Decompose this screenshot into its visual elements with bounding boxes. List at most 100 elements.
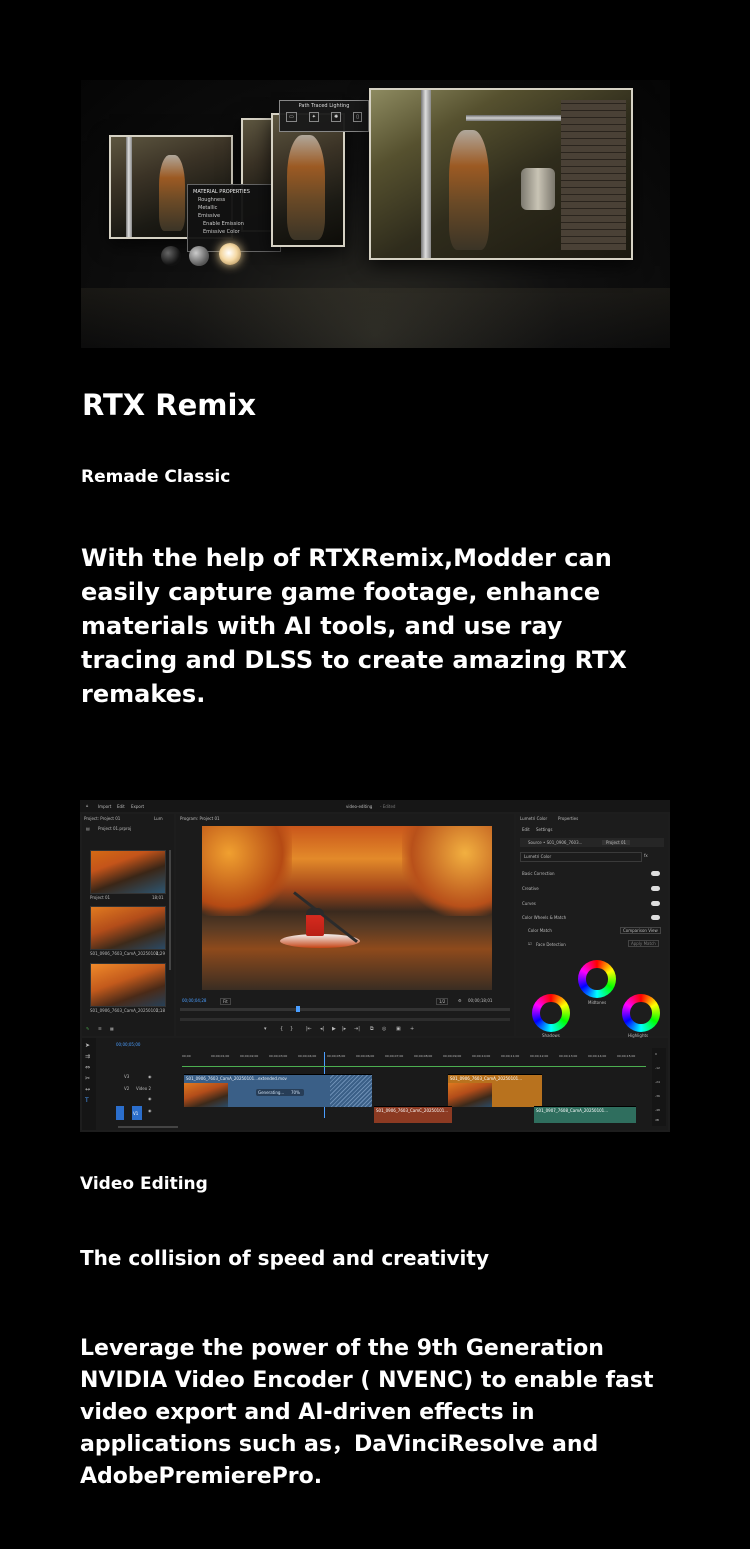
clip-v2-second-thumb <box>448 1083 492 1107</box>
light-distant-icon: ✺ <box>330 112 342 122</box>
selection-tool-icon[interactable]: ➤ <box>85 1042 90 1049</box>
clip-v2-thumb <box>184 1083 228 1107</box>
rtx-remix-description: With the help of RTXRemix,Modder can eas… <box>81 544 627 708</box>
track-v1-source-patch[interactable] <box>116 1106 124 1120</box>
step-back-icon[interactable]: ◂| <box>320 1026 324 1032</box>
track-eye-icon[interactable]: ◉ <box>148 1074 152 1079</box>
ruler-tick: 00;00;02;00 <box>240 1054 259 1058</box>
highlights-color-wheel[interactable] <box>622 994 660 1032</box>
quality-dropdown[interactable]: 1/2 <box>436 998 449 1005</box>
timeline-ruler[interactable]: 00;00 00;00;01;00 00;00;02;00 00;00;03;0… <box>182 1054 646 1062</box>
mark-in-icon[interactable]: { <box>280 1026 283 1032</box>
video-editing-description: Leverage the power of the 9th Generation… <box>80 1336 654 1489</box>
target-label[interactable]: Project 01 <box>602 840 631 845</box>
menu-import[interactable]: Import <box>98 804 111 809</box>
timeline-timecode: 00;00;05;00 <box>116 1042 141 1047</box>
clip-name-3: S01_0906_7603_CamA_20250101... <box>90 1008 163 1013</box>
curves-section[interactable]: Curves <box>522 901 536 906</box>
add-button-icon[interactable]: + <box>410 1026 414 1032</box>
export-frame-icon[interactable]: ◎ <box>382 1026 386 1032</box>
properties-tab[interactable]: Properties <box>558 816 578 821</box>
material-item-emissive-color: Emissive Color <box>203 229 240 235</box>
insert-icon[interactable]: ⧉ <box>370 1026 374 1032</box>
window-status: - Edited <box>380 804 396 809</box>
lumetri-color-tab[interactable]: Lumetri Color <box>520 816 547 821</box>
work-area-bar[interactable] <box>182 1066 646 1067</box>
razor-tool-icon[interactable]: ✂ <box>85 1075 90 1082</box>
timeline-clip-v2-second[interactable]: S01_0906_7603_CamA_20250101... <box>448 1074 542 1107</box>
menu-edit[interactable]: Edit <box>117 804 125 809</box>
material-item-enable-emission: Enable Emission <box>203 221 244 227</box>
face-detection-checkbox[interactable]: ☑ <box>528 941 532 946</box>
rtx-remix-hero-image: MATERIAL PROPERTIES Roughness Metallic E… <box>81 80 670 348</box>
comparison-view-button[interactable]: Comparison View <box>620 927 661 934</box>
add-marker-icon[interactable]: ▾ <box>264 1026 267 1032</box>
clip-v2-name: S01_0906_7603_CamA_20250101...extended.m… <box>186 1076 287 1081</box>
pen-icon[interactable]: ✎ <box>86 1026 89 1031</box>
material-panel-title: MATERIAL PROPERTIES <box>193 189 250 195</box>
basic-correction-section[interactable]: Basic Correction <box>522 871 555 876</box>
ruler-tick: 00;00;06;00 <box>356 1054 375 1058</box>
basic-correction-toggle[interactable] <box>651 871 660 876</box>
program-timecode: 00;00;04;28 <box>182 998 207 1003</box>
video-editing-subtitle: The collision of speed and creativity <box>80 1246 490 1270</box>
ripple-edit-icon[interactable]: ⇔ <box>85 1064 90 1071</box>
color-wheels-section[interactable]: Color Wheels & Match <box>522 915 566 920</box>
timeline-clip-v1-first[interactable]: S01_0906_7603_CamC_20250101... <box>374 1106 452 1123</box>
track-select-icon[interactable]: ⇉ <box>85 1053 90 1060</box>
track-v1-eye-icon[interactable]: ◉ <box>148 1108 152 1113</box>
icon-view-icon[interactable]: ▦ <box>110 1026 114 1031</box>
go-to-in-icon[interactable]: |⇤ <box>306 1026 312 1032</box>
ruler-tick: 00;00;09;00 <box>443 1054 462 1058</box>
clip-duration-3: 2;18 <box>156 1008 165 1013</box>
material-properties-panel: MATERIAL PROPERTIES Roughness Metallic E… <box>187 184 281 252</box>
apply-match-button[interactable]: Apply Match <box>628 940 659 947</box>
slip-tool-icon[interactable]: ↔ <box>85 1086 90 1093</box>
color-wheels-toggle[interactable] <box>651 915 660 920</box>
program-scrubber[interactable] <box>180 1008 510 1011</box>
track-v2-eye-icon[interactable]: ◉ <box>148 1096 152 1101</box>
fx-icon[interactable]: fx <box>644 853 648 858</box>
fit-dropdown[interactable]: Fit <box>220 998 231 1005</box>
curves-toggle[interactable] <box>651 901 660 906</box>
bin-icon: ▤ <box>86 826 90 831</box>
timeline-clip-v2-extended[interactable]: S01_0906_7603_CamA_20250101...extended.m… <box>184 1074 372 1107</box>
wrench-icon[interactable]: ⚙ <box>458 998 462 1003</box>
mark-out-icon[interactable]: } <box>290 1026 293 1032</box>
program-playhead[interactable] <box>296 1006 300 1012</box>
brick-wall <box>561 100 626 250</box>
list-view-icon[interactable]: ☰ <box>98 1026 102 1031</box>
light-disk-icon: ✦ <box>308 112 319 122</box>
play-icon[interactable]: ▶ <box>332 1026 336 1032</box>
effect-dropdown[interactable]: Lumetri Color <box>520 852 642 862</box>
clip-name-2: S01_0906_7603_CamA_20250101... <box>90 951 163 956</box>
comparison-view-icon[interactable]: ▣ <box>396 1026 401 1032</box>
step-forward-icon[interactable]: |▸ <box>342 1026 346 1032</box>
track-video2-label: Video 2 <box>136 1086 152 1091</box>
clip-thumbnail-3[interactable] <box>90 963 166 1007</box>
lumetri-settings-subtab[interactable]: Settings <box>536 827 552 832</box>
program-tab[interactable]: Program: Project 01 <box>180 816 220 821</box>
zoom-scrollbar[interactable] <box>180 1018 510 1021</box>
project-scrollbar[interactable] <box>169 850 171 970</box>
creative-toggle[interactable] <box>651 886 660 891</box>
timeline-zoom-scrollbar[interactable] <box>118 1126 178 1128</box>
shadows-color-wheel[interactable] <box>532 994 570 1032</box>
midtones-color-wheel[interactable] <box>578 960 616 998</box>
home-icon[interactable]: ⌂ <box>86 803 89 808</box>
program-video-frame[interactable] <box>202 826 492 990</box>
go-to-out-icon[interactable]: ⇥| <box>354 1026 360 1032</box>
creative-section[interactable]: Creative <box>522 886 539 891</box>
face-detection-label: Face Detection <box>536 942 566 947</box>
project-tab[interactable]: Project: Project 01 <box>84 816 120 821</box>
source-label[interactable]: Source • S01_0906_7603... <box>528 840 582 845</box>
clip-thumbnail-1[interactable] <box>90 850 166 894</box>
lumetri-scopes-tab[interactable]: Lum <box>154 816 163 821</box>
clip-thumbnail-2[interactable] <box>90 906 166 950</box>
timeline-clip-v1-second[interactable]: S01_0907_7608_CamA_20250101... <box>534 1106 636 1123</box>
scene-card-main <box>369 88 633 260</box>
menu-export[interactable]: Export <box>131 804 144 809</box>
type-tool-icon[interactable]: T <box>85 1097 89 1104</box>
lumetri-edit-subtab[interactable]: Edit <box>522 827 530 832</box>
track-v1-target[interactable]: V1 <box>132 1106 142 1120</box>
